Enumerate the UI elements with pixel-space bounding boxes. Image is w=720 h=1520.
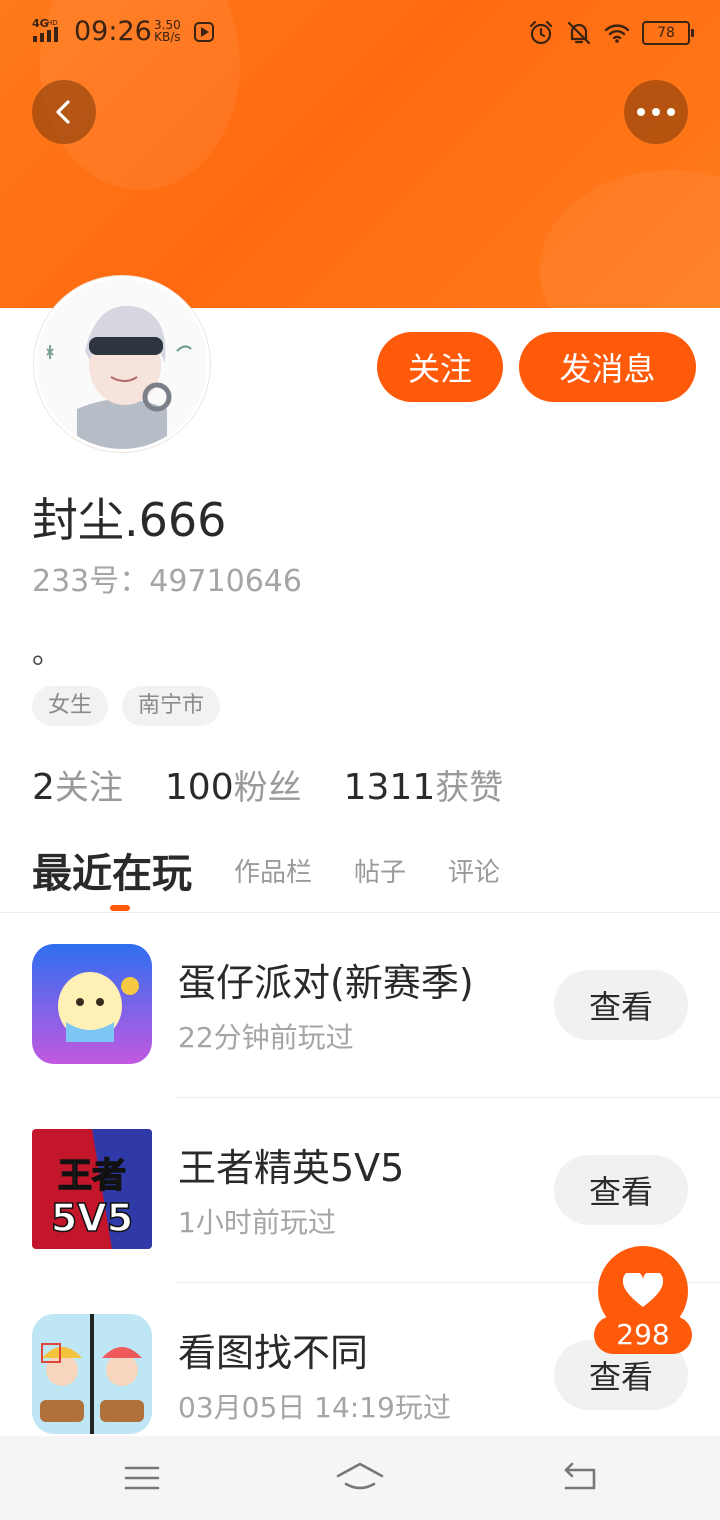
more-options-button[interactable] [624,80,688,144]
tab-recently-played[interactable]: 最近在玩 [32,841,192,899]
stat-followers-count: 100 [164,767,234,808]
send-message-button[interactable]: 发消息 [519,332,696,402]
wifi-icon [604,24,630,43]
profile-stats: 2关注 100粉丝 1311获赞 [32,760,503,809]
signal-icon: 4G HD [32,17,58,42]
5v5-icon: 王者 5V5 [32,1129,152,1249]
follow-button[interactable]: 关注 [377,332,503,402]
stat-following[interactable]: 2关注 [32,760,123,809]
svg-text:5V5: 5V5 [51,1196,133,1240]
user-id: 233号：49710646 [32,564,302,599]
tab-comments[interactable]: 评论 [448,852,500,889]
back-button[interactable] [32,80,96,144]
more-dots-icon [637,108,675,116]
menu-icon[interactable] [120,1458,164,1498]
username: 封尘.666 [32,493,227,547]
back-nav-icon[interactable] [558,1458,602,1498]
tag-gender: 女生 [32,686,109,726]
game-name: 蛋仔派对(新赛季) [178,961,474,1005]
avatar[interactable] [34,276,210,452]
network-speed: 3.50 KB/s [154,19,181,43]
stat-following-count: 2 [32,767,55,808]
row-divider [176,1097,720,1098]
bio: 。 [32,636,62,671]
game-last-played: 03月05日 14:19玩过 [178,1391,451,1424]
game-last-played: 22分钟前玩过 [178,1021,354,1054]
game-last-played: 1小时前玩过 [178,1206,336,1239]
media-play-icon [194,22,214,42]
battery-indicator: 78 [642,21,694,45]
stat-likes-count: 1311 [343,767,436,808]
heart-icon [623,1273,663,1307]
tag-location: 南宁市 [122,686,221,726]
tabs-divider [0,912,720,913]
like-count: 298 [594,1316,692,1354]
tab-works[interactable]: 作品栏 [234,852,312,889]
tab-posts[interactable]: 帖子 [354,852,406,889]
stat-likes-label: 获赞 [435,768,504,808]
status-bar: 4G HD 09:26 3.50 KB/s 78 [0,0,720,66]
view-button[interactable]: 查看 [554,1155,688,1225]
stat-followers-label: 粉丝 [233,768,302,808]
list-item[interactable]: 王者 5V5 王者精英5V5 1小时前玩过 查看 [0,1099,720,1283]
avatar-illustration [37,279,207,449]
system-navigation-bar [0,1436,720,1520]
svg-text:HD: HD [47,19,58,27]
list-item[interactable]: 蛋仔派对(新赛季) 22分钟前玩过 查看 [0,914,720,1098]
chevron-left-icon [56,100,70,124]
view-button[interactable]: 查看 [554,970,688,1040]
status-time: 09:26 [74,16,152,47]
profile-tags: 女生 南宁市 [32,686,221,726]
stat-likes: 1311获赞 [344,760,504,809]
alarm-icon [529,20,553,45]
active-tab-indicator [110,905,130,911]
bell-off-icon [567,21,591,45]
header-decoration [540,170,720,308]
stat-followers[interactable]: 100粉丝 [165,760,302,809]
home-icon[interactable] [336,1458,384,1498]
speed-unit: KB/s [154,30,181,44]
spot-difference-icon [32,1314,152,1434]
stat-following-label: 关注 [54,768,123,808]
eggy-party-icon [32,944,152,1064]
profile-tabs: 最近在玩 作品栏 帖子 评论 [32,840,542,900]
svg-text:王者: 王者 [58,1156,126,1196]
status-right-icons: 78 [528,18,694,48]
game-name: 王者精英5V5 [178,1146,405,1190]
game-name: 看图找不同 [178,1331,369,1375]
